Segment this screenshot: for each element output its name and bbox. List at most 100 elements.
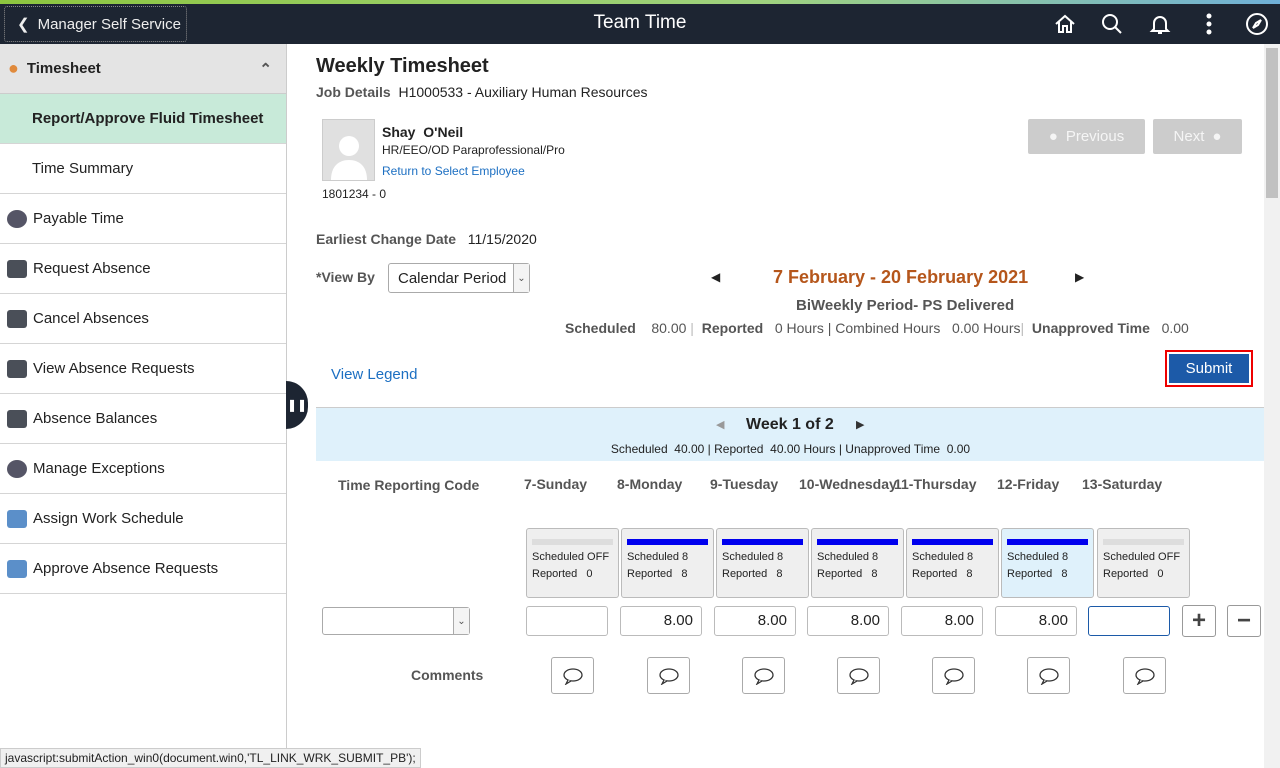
hours-input[interactable]	[1088, 606, 1170, 636]
day-header: 12-Friday	[997, 476, 1060, 492]
speech-bubble-icon	[848, 667, 869, 685]
speech-bubble-icon	[1038, 667, 1059, 685]
sidebar-item-label: Assign Work Schedule	[33, 510, 184, 527]
vertical-scrollbar[interactable]	[1264, 44, 1280, 768]
sidebar-item[interactable]: Assign Work Schedule	[0, 494, 286, 544]
hours-input[interactable]	[526, 606, 608, 636]
employee-title: HR/EEO/OD Paraprofessional/Pro	[382, 143, 565, 157]
sidebar-item[interactable]: Cancel Absences	[0, 294, 286, 344]
day-header: 10-Wednesday	[799, 476, 897, 492]
previous-week-arrow[interactable]: ◀	[716, 418, 724, 431]
more-options-icon[interactable]	[1195, 10, 1223, 38]
sidebar-item[interactable]: Manage Exceptions	[0, 444, 286, 494]
delete-row-button[interactable]: −	[1227, 605, 1261, 637]
schedule-bar	[627, 539, 708, 545]
scheduled-text: Scheduled 8	[1007, 551, 1069, 563]
bell-icon[interactable]	[1146, 10, 1174, 38]
comment-button[interactable]	[1027, 657, 1070, 694]
hours-input[interactable]: 8.00	[995, 606, 1077, 636]
day-summary-card: Scheduled OFF Reported 0	[526, 528, 619, 598]
section-label: Timesheet	[26, 60, 101, 77]
sidebar-item[interactable]: Payable Time	[0, 194, 286, 244]
speech-bubble-icon	[943, 667, 964, 685]
hours-input[interactable]: 8.00	[807, 606, 889, 636]
comment-button[interactable]	[1123, 657, 1166, 694]
return-to-select-employee-link[interactable]: Return to Select Employee	[382, 164, 525, 178]
trc-select[interactable]: ⌄	[322, 607, 470, 635]
day-summary-card: Scheduled 8 Reported 8	[811, 528, 904, 598]
sidebar-item[interactable]: Absence Balances	[0, 394, 286, 444]
speech-bubble-icon	[753, 667, 774, 685]
period-summary: Scheduled 80.00 | Reported 0 Hours | Com…	[565, 320, 1189, 336]
clock-money-icon	[7, 209, 27, 228]
sidebar-item-label: Request Absence	[33, 260, 151, 277]
scrollbar-thumb[interactable]	[1266, 48, 1278, 198]
sidebar-collapse-handle[interactable]: ❚❚	[286, 381, 308, 429]
reported-text: Reported 0	[1103, 568, 1164, 580]
briefcase-balance-icon	[7, 409, 27, 428]
sidebar-item[interactable]: Approve Absence Requests	[0, 544, 286, 594]
home-icon[interactable]	[1051, 10, 1079, 38]
sidebar-item[interactable]: Time Summary	[0, 144, 286, 194]
reported-text: Reported 0	[532, 568, 593, 580]
sidebar-item-label: View Absence Requests	[33, 360, 195, 377]
sidebar-item-label: Cancel Absences	[33, 310, 149, 327]
sidebar: ● Timesheet ⌃ Report/Approve Fluid Timeshe…	[0, 44, 287, 768]
comment-button[interactable]	[551, 657, 594, 694]
day-summary-card: Scheduled 8 Reported 8	[906, 528, 999, 598]
reported-text: Reported 8	[627, 568, 688, 580]
comment-button[interactable]	[742, 657, 785, 694]
day-summary-card: Scheduled 8 Reported 8	[1001, 528, 1094, 598]
reported-text: Reported 8	[722, 568, 783, 580]
job-details-label: Job Details	[316, 84, 391, 100]
briefcase-cancel-icon	[7, 309, 27, 328]
comment-button[interactable]	[837, 657, 880, 694]
previous-button[interactable]: ● Previous	[1028, 119, 1145, 154]
schedule-bar	[912, 539, 993, 545]
schedule-bar	[1103, 539, 1184, 545]
view-by-label: *View By	[316, 269, 375, 285]
chevron-down-icon: ⌄	[453, 608, 469, 634]
add-row-button[interactable]: +	[1182, 605, 1216, 637]
scheduled-text: Scheduled 8	[912, 551, 974, 563]
sidebar-item[interactable]: Report/Approve Fluid Timesheet	[0, 94, 286, 144]
briefcase-calendar-icon	[7, 359, 27, 378]
submit-button[interactable]: Submit	[1165, 350, 1253, 387]
next-button[interactable]: Next ●	[1153, 119, 1242, 154]
page-header-title: Team Time	[593, 12, 687, 33]
week-band: ◀ Week 1 of 2 ▶ Scheduled 40.00 | Report…	[316, 407, 1265, 461]
hours-input[interactable]: 8.00	[714, 606, 796, 636]
week-title: Week 1 of 2	[746, 416, 834, 433]
day-summary-card: Scheduled 8 Reported 8	[621, 528, 714, 598]
navbar-compass-icon[interactable]	[1243, 10, 1271, 38]
period-type: BiWeekly Period- PS Delivered	[796, 297, 1015, 314]
next-week-arrow[interactable]: ▶	[856, 418, 864, 431]
day-header: 9-Tuesday	[710, 476, 779, 492]
calendar-icon	[7, 509, 27, 528]
search-icon[interactable]	[1098, 10, 1126, 38]
earliest-change-value: 11/15/2020	[467, 231, 537, 247]
chevron-up-icon[interactable]: ⌃	[259, 60, 272, 78]
hours-input[interactable]: 8.00	[620, 606, 702, 636]
sidebar-item-label: Report/Approve Fluid Timesheet	[32, 110, 264, 127]
view-by-select[interactable]: Calendar Period ⌄	[388, 263, 530, 293]
scheduled-text: Scheduled 8	[722, 551, 784, 563]
sidebar-item[interactable]: View Absence Requests	[0, 344, 286, 394]
next-period-arrow[interactable]: ▶	[1075, 270, 1084, 284]
sidebar-item-label: Manage Exceptions	[33, 460, 165, 477]
status-bar-url: javascript:submitAction_win0(document.wi…	[0, 748, 421, 768]
reported-text: Reported 8	[817, 568, 878, 580]
comment-button[interactable]	[647, 657, 690, 694]
comment-button[interactable]	[932, 657, 975, 694]
day-summary-card: Scheduled 8 Reported 8	[716, 528, 809, 598]
sidebar-section-timesheet[interactable]: ● Timesheet ⌃	[0, 44, 286, 94]
sidebar-item[interactable]: Request Absence	[0, 244, 286, 294]
hours-input[interactable]: 8.00	[901, 606, 983, 636]
person-icon: ●	[1212, 128, 1222, 145]
week-summary: Scheduled 40.00 | Reported 40.00 Hours |…	[610, 442, 971, 456]
briefcase-icon	[7, 259, 27, 278]
previous-period-arrow[interactable]: ◀	[711, 270, 720, 284]
view-legend-link[interactable]: View Legend	[331, 366, 417, 383]
sidebar-item-label: Absence Balances	[33, 410, 158, 427]
day-header: 11-Thursday	[894, 476, 977, 492]
